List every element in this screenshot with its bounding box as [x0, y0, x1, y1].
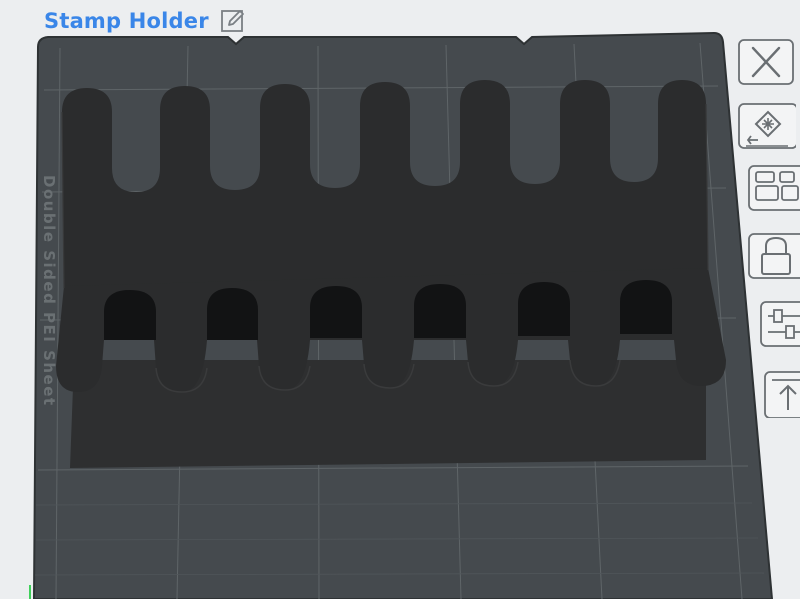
print-bed-viewport[interactable]: Double Sided PEI Sheet	[0, 0, 800, 599]
arrange-icon	[748, 165, 800, 211]
close-tool-button[interactable]	[738, 38, 796, 86]
arrange-button[interactable]	[748, 164, 800, 212]
adjust-button[interactable]	[760, 300, 800, 348]
export-button[interactable]	[764, 370, 800, 418]
place-on-face-button[interactable]	[738, 102, 796, 150]
export-icon	[764, 371, 800, 418]
sliders-icon	[760, 301, 800, 347]
lock-icon	[748, 233, 800, 279]
bed-side-label: Double Sided PEI Sheet	[40, 175, 58, 407]
place-face-icon	[738, 103, 796, 149]
close-x-icon	[738, 39, 794, 85]
lock-button[interactable]	[748, 232, 800, 280]
